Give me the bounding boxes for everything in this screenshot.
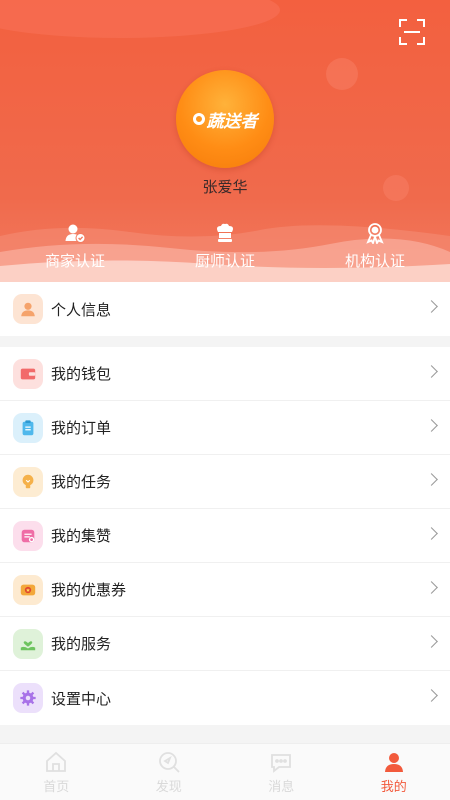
tab-profile[interactable]: 我的 <box>338 744 450 800</box>
chevron-right-icon <box>425 473 438 486</box>
cert-chef-label: 厨师认证 <box>194 252 255 270</box>
menu-orders[interactable]: 我的订单 <box>0 401 450 455</box>
chevron-right-icon <box>425 527 438 540</box>
gear-icon <box>13 683 43 713</box>
scan-icon[interactable] <box>398 18 426 46</box>
chevron-right-icon <box>425 635 438 648</box>
chevron-right-icon <box>425 419 438 432</box>
username: 张爱华 <box>202 178 248 196</box>
chevron-right-icon <box>425 581 438 594</box>
menu-tasks-label: 我的任务 <box>51 473 112 491</box>
app-logo: 蔬送者 <box>176 70 274 168</box>
tab-messages[interactable]: 消息 <box>225 744 338 800</box>
cert-merchant-label: 商家认证 <box>44 252 105 270</box>
menu-likes-label: 我的集赞 <box>51 527 112 545</box>
chevron-right-icon <box>425 365 438 378</box>
tab-profile-label: 我的 <box>380 779 407 795</box>
menu-wallet[interactable]: 我的钱包 <box>0 347 450 401</box>
medal-icon <box>366 223 384 244</box>
merchant-user-icon <box>65 224 86 243</box>
cert-chef[interactable]: 厨师认证 <box>150 222 300 271</box>
chef-hat-icon <box>217 223 233 242</box>
menu-settings-label: 设置中心 <box>51 689 112 708</box>
menu-orders-label: 我的订单 <box>51 419 112 437</box>
menu-coupons[interactable]: 我的优惠券 <box>0 563 450 617</box>
menu-personal-info-label: 个人信息 <box>51 300 112 319</box>
menu-services-label: 我的服务 <box>51 635 112 653</box>
profile-icon <box>384 752 403 772</box>
profile-section: 个人信息 <box>0 282 450 336</box>
cert-institution[interactable]: 机构认证 <box>300 222 450 271</box>
lightbulb-icon <box>13 466 43 497</box>
menu-coupons-label: 我的优惠券 <box>51 581 127 599</box>
menu-services[interactable]: 我的服务 <box>0 617 450 671</box>
chevron-right-icon <box>425 300 438 313</box>
home-icon <box>46 751 67 772</box>
menu-likes[interactable]: 我的集赞 <box>0 509 450 563</box>
clipboard-icon <box>13 412 43 443</box>
chevron-right-icon <box>425 689 438 702</box>
tab-discover-label: 发现 <box>155 779 182 795</box>
discover-icon <box>158 751 180 773</box>
certification-bar: 商家认证 厨师认证 机构认证 <box>0 222 450 271</box>
message-icon <box>271 753 292 773</box>
cert-merchant[interactable]: 商家认证 <box>0 222 150 271</box>
tab-messages-label: 消息 <box>268 779 295 795</box>
coupon-icon <box>13 574 43 605</box>
logo-text: 蔬送者 <box>206 111 258 132</box>
menu-settings[interactable]: 设置中心 <box>0 671 450 725</box>
tab-discover[interactable]: 发现 <box>113 744 226 800</box>
note-icon <box>13 520 43 551</box>
profile-header: 蔬送者 张爱华 商家认证 厨师认证 机构认证 <box>0 0 450 282</box>
logo-ring-icon <box>192 113 205 125</box>
menu-tasks[interactable]: 我的任务 <box>0 455 450 509</box>
bottom-tab-bar: 首页 发现 消息 我的 <box>0 743 450 800</box>
menu-personal-info[interactable]: 个人信息 <box>0 282 450 336</box>
menu-list: 我的钱包 我的订单 我的任务 我的集赞 我的优惠券 我的服务 设置中心 <box>0 347 450 725</box>
tab-home[interactable]: 首页 <box>0 744 113 800</box>
menu-wallet-label: 我的钱包 <box>51 365 112 383</box>
person-icon <box>13 294 43 324</box>
cert-institution-label: 机构认证 <box>344 252 405 270</box>
tab-home-label: 首页 <box>43 779 70 795</box>
heart-hand-icon <box>13 628 43 659</box>
wallet-icon <box>13 358 43 389</box>
